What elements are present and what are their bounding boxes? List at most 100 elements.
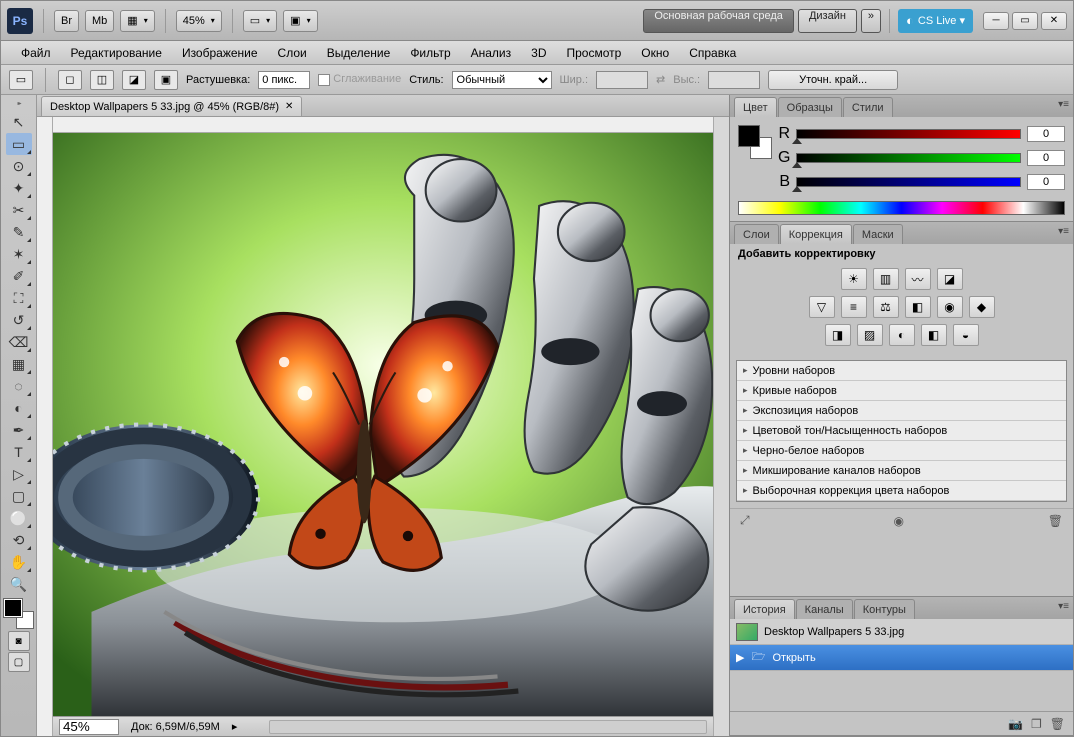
tab-layers[interactable]: Слои bbox=[734, 224, 779, 244]
tab-swatches[interactable]: Образцы bbox=[778, 97, 842, 117]
crop-tool[interactable]: ✂ bbox=[6, 199, 32, 221]
preset-levels[interactable]: Уровни наборов bbox=[737, 361, 1066, 381]
horizontal-scrollbar[interactable] bbox=[269, 720, 707, 734]
tab-adjustments[interactable]: Коррекция bbox=[780, 224, 852, 244]
canvas[interactable] bbox=[53, 133, 713, 716]
path-tool[interactable]: ▷ bbox=[6, 463, 32, 485]
adj-levels-icon[interactable]: ▥ bbox=[873, 268, 899, 290]
adj-clip-icon[interactable]: ◉ bbox=[893, 514, 903, 528]
history-trash-icon[interactable]: 🗑 bbox=[1050, 717, 1065, 731]
adj-channelmixer-icon[interactable]: ◆ bbox=[969, 296, 995, 318]
minibridge-button[interactable]: Mb bbox=[85, 10, 114, 32]
status-zoom-input[interactable] bbox=[59, 719, 119, 735]
menu-3d[interactable]: 3D bbox=[521, 46, 556, 60]
shape-tool[interactable]: ▢ bbox=[6, 485, 32, 507]
style-select[interactable]: Обычный bbox=[452, 71, 552, 89]
menu-file[interactable]: Файл bbox=[11, 46, 61, 60]
adj-huesat-icon[interactable]: ≡ bbox=[841, 296, 867, 318]
adj-exposure-icon[interactable]: ◪ bbox=[937, 268, 963, 290]
panel-menu-icon[interactable]: ▾≡ bbox=[1058, 601, 1069, 612]
history-camera-icon[interactable]: 📷 bbox=[1008, 717, 1023, 731]
r-slider[interactable] bbox=[796, 129, 1021, 139]
panel-menu-icon[interactable]: ▾≡ bbox=[1058, 226, 1069, 237]
foreground-background-swatch[interactable] bbox=[4, 599, 34, 629]
menu-window[interactable]: Окно bbox=[631, 46, 679, 60]
tab-history[interactable]: История bbox=[734, 599, 795, 619]
marquee-tool[interactable]: ▭ bbox=[6, 133, 32, 155]
status-menu-icon[interactable]: ▸ bbox=[232, 720, 238, 733]
marquee-sub-icon[interactable]: ◪ bbox=[122, 70, 146, 90]
feather-input[interactable] bbox=[258, 71, 310, 89]
adj-threshold-icon[interactable]: ◐ bbox=[889, 324, 915, 346]
eraser-tool[interactable]: ⌫ bbox=[6, 331, 32, 353]
bridge-button[interactable]: Br bbox=[54, 10, 79, 32]
preset-channelmix[interactable]: Микширование каналов наборов bbox=[737, 461, 1066, 481]
history-snapshot[interactable]: Desktop Wallpapers 5 33.jpg bbox=[730, 619, 1073, 645]
tool-preset-icon[interactable]: ▭ bbox=[9, 70, 33, 90]
preset-curves[interactable]: Кривые наборов bbox=[737, 381, 1066, 401]
zoom-tool[interactable]: 🔍 bbox=[6, 573, 32, 595]
g-slider[interactable] bbox=[796, 153, 1021, 163]
eyedropper-tool[interactable]: ✎ bbox=[6, 221, 32, 243]
blur-tool[interactable]: ◌ bbox=[6, 375, 32, 397]
adj-trash-icon[interactable]: 🗑 bbox=[1048, 514, 1063, 528]
preset-exposure[interactable]: Экспозиция наборов bbox=[737, 401, 1066, 421]
window-minimize[interactable]: ─ bbox=[983, 12, 1009, 30]
tab-channels[interactable]: Каналы bbox=[796, 599, 853, 619]
menu-edit[interactable]: Редактирование bbox=[61, 46, 172, 60]
marquee-new-icon[interactable]: ◻ bbox=[58, 70, 82, 90]
adj-curves-icon[interactable]: 〰 bbox=[905, 268, 931, 290]
panel-menu-icon[interactable]: ▾≡ bbox=[1058, 99, 1069, 110]
adj-colorbalance-icon[interactable]: ⚖ bbox=[873, 296, 899, 318]
pen-tool[interactable]: ✒ bbox=[6, 419, 32, 441]
adj-invert-icon[interactable]: ◨ bbox=[825, 324, 851, 346]
window-close[interactable]: ✕ bbox=[1041, 12, 1067, 30]
menu-layer[interactable]: Слои bbox=[268, 46, 317, 60]
refine-edge-button[interactable]: Уточн. край... bbox=[768, 70, 898, 90]
preset-huesat[interactable]: Цветовой тон/Насыщенность наборов bbox=[737, 421, 1066, 441]
b-input[interactable] bbox=[1027, 174, 1065, 190]
stamp-tool[interactable]: ⛶ bbox=[6, 287, 32, 309]
color-ramp[interactable] bbox=[738, 201, 1065, 215]
dodge-tool[interactable]: ◐ bbox=[6, 397, 32, 419]
vertical-scrollbar[interactable] bbox=[713, 117, 729, 736]
menu-help[interactable]: Справка bbox=[679, 46, 746, 60]
adj-vibrance-icon[interactable]: ▽ bbox=[809, 296, 835, 318]
gradient-tool[interactable]: ▦ bbox=[6, 353, 32, 375]
screenmode-toggle[interactable]: ▢ bbox=[8, 652, 30, 672]
r-input[interactable] bbox=[1027, 126, 1065, 142]
document-tab-close-icon[interactable]: ✕ bbox=[285, 101, 293, 112]
marquee-add-icon[interactable]: ◫ bbox=[90, 70, 114, 90]
g-input[interactable] bbox=[1027, 150, 1065, 166]
brush-tool[interactable]: ✐ bbox=[6, 265, 32, 287]
tab-masks[interactable]: Маски bbox=[853, 224, 903, 244]
menu-image[interactable]: Изображение bbox=[172, 46, 268, 60]
cs-live-button[interactable]: CS Live ▾ bbox=[898, 9, 973, 33]
tab-color[interactable]: Цвет bbox=[734, 97, 777, 117]
type-tool[interactable]: T bbox=[6, 441, 32, 463]
menu-view[interactable]: Просмотр bbox=[556, 46, 631, 60]
history-newsnap-icon[interactable]: ❐ bbox=[1031, 717, 1042, 731]
workspace-main-button[interactable]: Основная рабочая среда bbox=[643, 9, 794, 33]
adj-brightness-icon[interactable]: ☀ bbox=[841, 268, 867, 290]
document-tab[interactable]: Desktop Wallpapers 5 33.jpg @ 45% (RGB/8… bbox=[41, 96, 302, 116]
adj-expand-icon[interactable]: ⤢ bbox=[740, 513, 750, 528]
menu-filter[interactable]: Фильтр bbox=[400, 46, 460, 60]
lasso-tool[interactable]: ⊙ bbox=[6, 155, 32, 177]
preset-bw[interactable]: Черно-белое наборов bbox=[737, 441, 1066, 461]
3d-tool[interactable]: ⚪ bbox=[6, 507, 32, 529]
adj-gradmap-icon[interactable]: ◧ bbox=[921, 324, 947, 346]
color-fg-bg-swatch[interactable] bbox=[738, 125, 772, 159]
healing-tool[interactable]: ✶ bbox=[6, 243, 32, 265]
zoom-select[interactable]: 45% bbox=[176, 10, 222, 32]
wand-tool[interactable]: ✦ bbox=[6, 177, 32, 199]
view-extras-button[interactable]: ▦ bbox=[120, 10, 154, 32]
tab-paths[interactable]: Контуры bbox=[854, 599, 915, 619]
arrange-button[interactable]: ▭ bbox=[243, 10, 277, 32]
adj-selective-icon[interactable]: ◒ bbox=[953, 324, 979, 346]
workspace-more-button[interactable]: » bbox=[861, 9, 881, 33]
menu-analysis[interactable]: Анализ bbox=[461, 46, 522, 60]
marquee-intersect-icon[interactable]: ▣ bbox=[154, 70, 178, 90]
history-step-open[interactable]: ▶ 🗁 Открыть bbox=[730, 645, 1073, 671]
adj-bw-icon[interactable]: ◧ bbox=[905, 296, 931, 318]
